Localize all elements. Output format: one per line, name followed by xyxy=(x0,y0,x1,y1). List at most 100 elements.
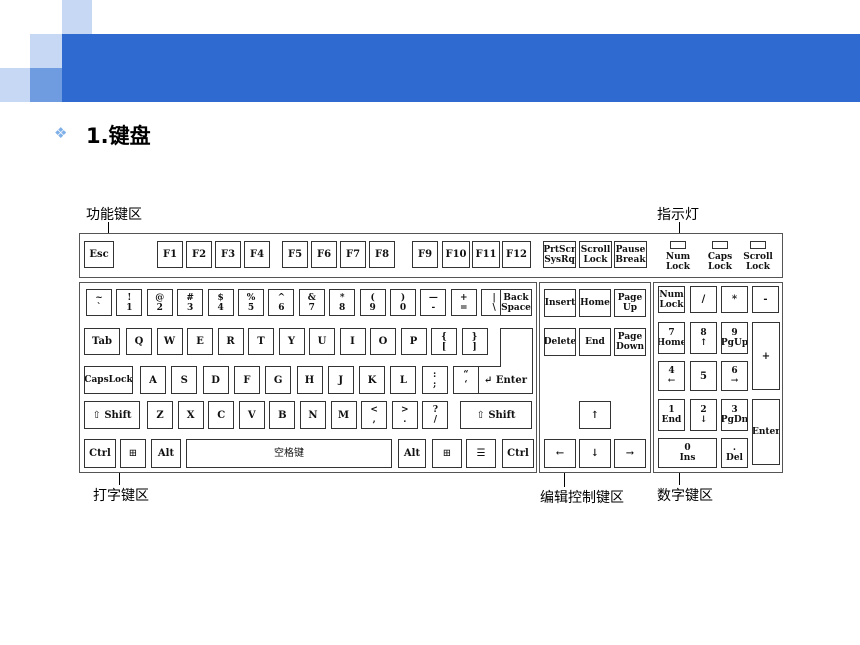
key-tab: Tab xyxy=(84,328,120,355)
key-alt: Alt xyxy=(398,439,426,468)
key-enter: ↵ Enter xyxy=(478,366,533,394)
key-a: A xyxy=(140,366,166,394)
key-shift: ⇧ Shift xyxy=(84,401,140,429)
key-f: F xyxy=(233,366,260,394)
decor-square xyxy=(0,68,30,102)
decor-square xyxy=(62,0,92,34)
key-1-end: 1 End xyxy=(658,399,685,431)
key-t: T xyxy=(248,328,274,355)
key-5: 5 xyxy=(690,361,717,391)
key-h: H xyxy=(296,366,323,394)
title-banner xyxy=(62,34,860,102)
key-f12: F12 xyxy=(502,241,531,268)
key-f9: F9 xyxy=(412,241,438,268)
indicator-light-scroll-lock xyxy=(750,241,766,249)
key-1: ! 1 xyxy=(116,289,143,316)
key-q: Q xyxy=(126,328,152,355)
key-shift: ⇧ Shift xyxy=(460,401,532,429)
key-f6: F6 xyxy=(311,241,337,268)
key-u: U xyxy=(309,328,335,355)
key-f10: F10 xyxy=(442,241,470,268)
key-symbol: → xyxy=(614,439,646,468)
key-symbol: — - xyxy=(420,289,447,316)
key-i: I xyxy=(339,328,366,355)
key-7-home: 7 Home xyxy=(658,322,685,354)
key-symbol: * xyxy=(721,286,748,313)
key-s: S xyxy=(171,366,198,394)
key-r: R xyxy=(217,328,244,355)
leader-line xyxy=(679,222,680,233)
key-d: D xyxy=(202,366,229,394)
key-symbol: ⊞ xyxy=(120,439,146,468)
key-k: K xyxy=(359,366,386,394)
decor-square xyxy=(30,68,62,102)
label-indicator-zone: 指示灯 xyxy=(657,207,699,223)
key-8: 8 ↑ xyxy=(690,322,717,354)
key-2: @ 2 xyxy=(146,289,173,316)
key-o: O xyxy=(370,328,396,355)
key-p: P xyxy=(400,328,427,355)
key-f2: F2 xyxy=(186,241,212,268)
key-symbol: > . xyxy=(391,401,418,429)
key-3: # 3 xyxy=(177,289,204,316)
key-ctrl: Ctrl xyxy=(502,439,534,468)
key-capslock: CapsLock xyxy=(84,366,133,394)
key-6: 6 → xyxy=(721,361,748,391)
key-0: ) 0 xyxy=(390,289,416,316)
key-prtscr-sysrq: PrtScr SysRq xyxy=(543,241,576,268)
key-del: . Del xyxy=(721,438,748,468)
indicator-label-num-lock: Num Lock xyxy=(665,252,691,272)
key-f7: F7 xyxy=(340,241,366,268)
leader-line xyxy=(564,473,565,487)
indicator-light-caps-lock xyxy=(712,241,728,249)
key-0-ins: 0 Ins xyxy=(658,438,717,468)
key-page-up: Page Up xyxy=(614,289,646,317)
key-n: N xyxy=(300,401,326,429)
decor-square xyxy=(30,34,62,68)
key-f4: F4 xyxy=(244,241,270,268)
key-symbol: : ; xyxy=(421,366,448,394)
key-v: V xyxy=(238,401,265,429)
key-symbol: } ] xyxy=(461,328,488,355)
key-4: $ 4 xyxy=(207,289,234,316)
key-alt: Alt xyxy=(151,439,181,468)
indicator-light-num-lock xyxy=(670,241,686,249)
leader-line xyxy=(108,222,109,233)
key-symbol: ← xyxy=(544,439,576,468)
key-l: L xyxy=(390,366,417,394)
key-back-space: Back Space xyxy=(500,289,532,316)
key-6: ^ 6 xyxy=(268,289,295,316)
label-function-zone: 功能键区 xyxy=(86,207,142,223)
key-symbol: ☰ xyxy=(466,439,496,468)
key-enter-upper xyxy=(500,328,533,367)
key-symbol: ? / xyxy=(422,401,449,429)
bullet-icon: ❖ xyxy=(54,124,68,142)
key-ctrl: Ctrl xyxy=(84,439,116,468)
key-2: 2 ↓ xyxy=(690,399,717,431)
key-symbol: ~ ` xyxy=(86,289,112,316)
key-f11: F11 xyxy=(472,241,500,268)
key-4: 4 ← xyxy=(658,361,685,391)
leader-line xyxy=(119,473,120,485)
leader-line xyxy=(679,473,680,485)
key-end: End xyxy=(579,328,611,356)
key-symbol: + xyxy=(752,322,780,390)
key-scroll-lock: Scroll Lock xyxy=(579,241,612,268)
key-delete: Delete xyxy=(544,328,576,356)
key-9: ( 9 xyxy=(359,289,386,316)
key-y: Y xyxy=(278,328,305,355)
key-num-lock: Num Lock xyxy=(658,286,685,313)
key-symbol: ↓ xyxy=(579,439,611,468)
label-editing-zone: 编辑控制键区 xyxy=(540,490,624,506)
key-symbol: { [ xyxy=(431,328,457,355)
key-x: X xyxy=(177,401,204,429)
key-symbol: / xyxy=(690,286,717,313)
key-esc: Esc xyxy=(84,241,114,268)
key-symbol: ⊞ xyxy=(432,439,462,468)
key-5: % 5 xyxy=(238,289,264,316)
key-f5: F5 xyxy=(282,241,308,268)
key-8: * 8 xyxy=(329,289,356,316)
key-symbol: ↑ xyxy=(579,401,611,429)
key-b: B xyxy=(269,401,296,429)
key-f3: F3 xyxy=(215,241,241,268)
